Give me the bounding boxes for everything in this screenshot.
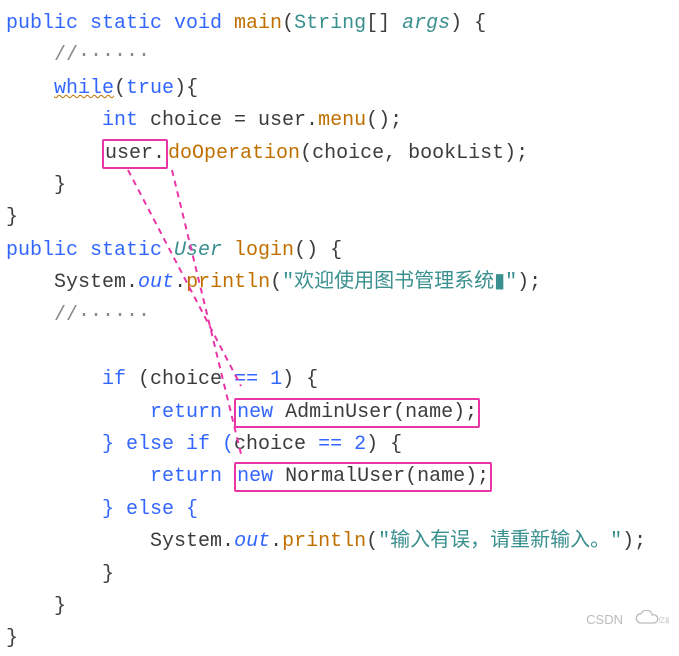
two: 2 bbox=[354, 433, 366, 456]
args-param: args bbox=[402, 12, 450, 35]
choice-decl: choice = user. bbox=[138, 109, 318, 132]
brace: } bbox=[6, 627, 18, 650]
return-kw: return bbox=[150, 465, 222, 488]
system: System bbox=[54, 271, 126, 294]
normal-user-box: new NormalUser(name); bbox=[234, 462, 492, 492]
doOp-args: (choice, bookList); bbox=[300, 142, 528, 165]
brace: } bbox=[6, 563, 114, 586]
one: 1 bbox=[270, 368, 282, 391]
admin-user-ctor: AdminUser(name); bbox=[273, 401, 477, 424]
return-kw: return bbox=[150, 401, 222, 424]
stmt-end: ); bbox=[517, 271, 541, 294]
cloud-icon: 亿速云 bbox=[629, 610, 669, 628]
main-method: main bbox=[234, 12, 282, 35]
menu-close: (); bbox=[366, 109, 402, 132]
brace: } bbox=[6, 206, 18, 229]
watermark: CSDN 亿速云 bbox=[586, 609, 669, 630]
normal-user-ctor: NormalUser(name); bbox=[273, 465, 489, 488]
new-kw: new bbox=[237, 401, 273, 424]
svg-text:亿速云: 亿速云 bbox=[658, 616, 669, 625]
paren-brace: ) { bbox=[366, 433, 402, 456]
comment: //······ bbox=[54, 44, 150, 67]
doOperation-call: doOperation bbox=[168, 142, 300, 165]
else-if: } else if ( bbox=[102, 433, 234, 456]
println-call: println bbox=[186, 271, 270, 294]
out-field: out bbox=[138, 271, 174, 294]
login-sig-close: () { bbox=[294, 239, 342, 262]
brace: } bbox=[6, 174, 66, 197]
system: System bbox=[150, 530, 222, 553]
code-block: public static void main(String[] args) {… bbox=[6, 8, 673, 656]
error-string: "输入有误，请重新输入。" bbox=[378, 530, 622, 553]
login-method: login bbox=[222, 239, 294, 262]
watermark-text: CSDN bbox=[586, 609, 623, 630]
else-kw: } else { bbox=[102, 498, 198, 521]
new-kw: new bbox=[237, 465, 273, 488]
welcome-string: "欢迎使用图书管理系统▮" bbox=[282, 271, 517, 294]
eq-op: == bbox=[306, 433, 354, 456]
stmt-end: ); bbox=[622, 530, 646, 553]
int-kw: int bbox=[102, 109, 138, 132]
comment: //······ bbox=[54, 304, 150, 327]
true-kw: true bbox=[126, 77, 174, 100]
menu-call: menu bbox=[318, 109, 366, 132]
admin-user-box: new AdminUser(name); bbox=[234, 398, 480, 428]
brace: } bbox=[6, 595, 66, 618]
paren-brace: ) { bbox=[282, 368, 318, 391]
eq-op: == bbox=[222, 368, 270, 391]
if-kw: if bbox=[102, 368, 126, 391]
user-box: user. bbox=[102, 139, 168, 169]
sig-close: ) { bbox=[450, 12, 486, 35]
string-type: String bbox=[294, 12, 366, 35]
kw-public-static-void: public static void bbox=[6, 12, 234, 35]
choice-var: choice bbox=[234, 433, 306, 456]
println-call: println bbox=[282, 530, 366, 553]
choice-var: choice bbox=[150, 368, 222, 391]
while-kw: while bbox=[54, 77, 114, 100]
out-field: out bbox=[234, 530, 270, 553]
kw-public-static: public static bbox=[6, 239, 174, 262]
user-type: User bbox=[174, 239, 222, 262]
